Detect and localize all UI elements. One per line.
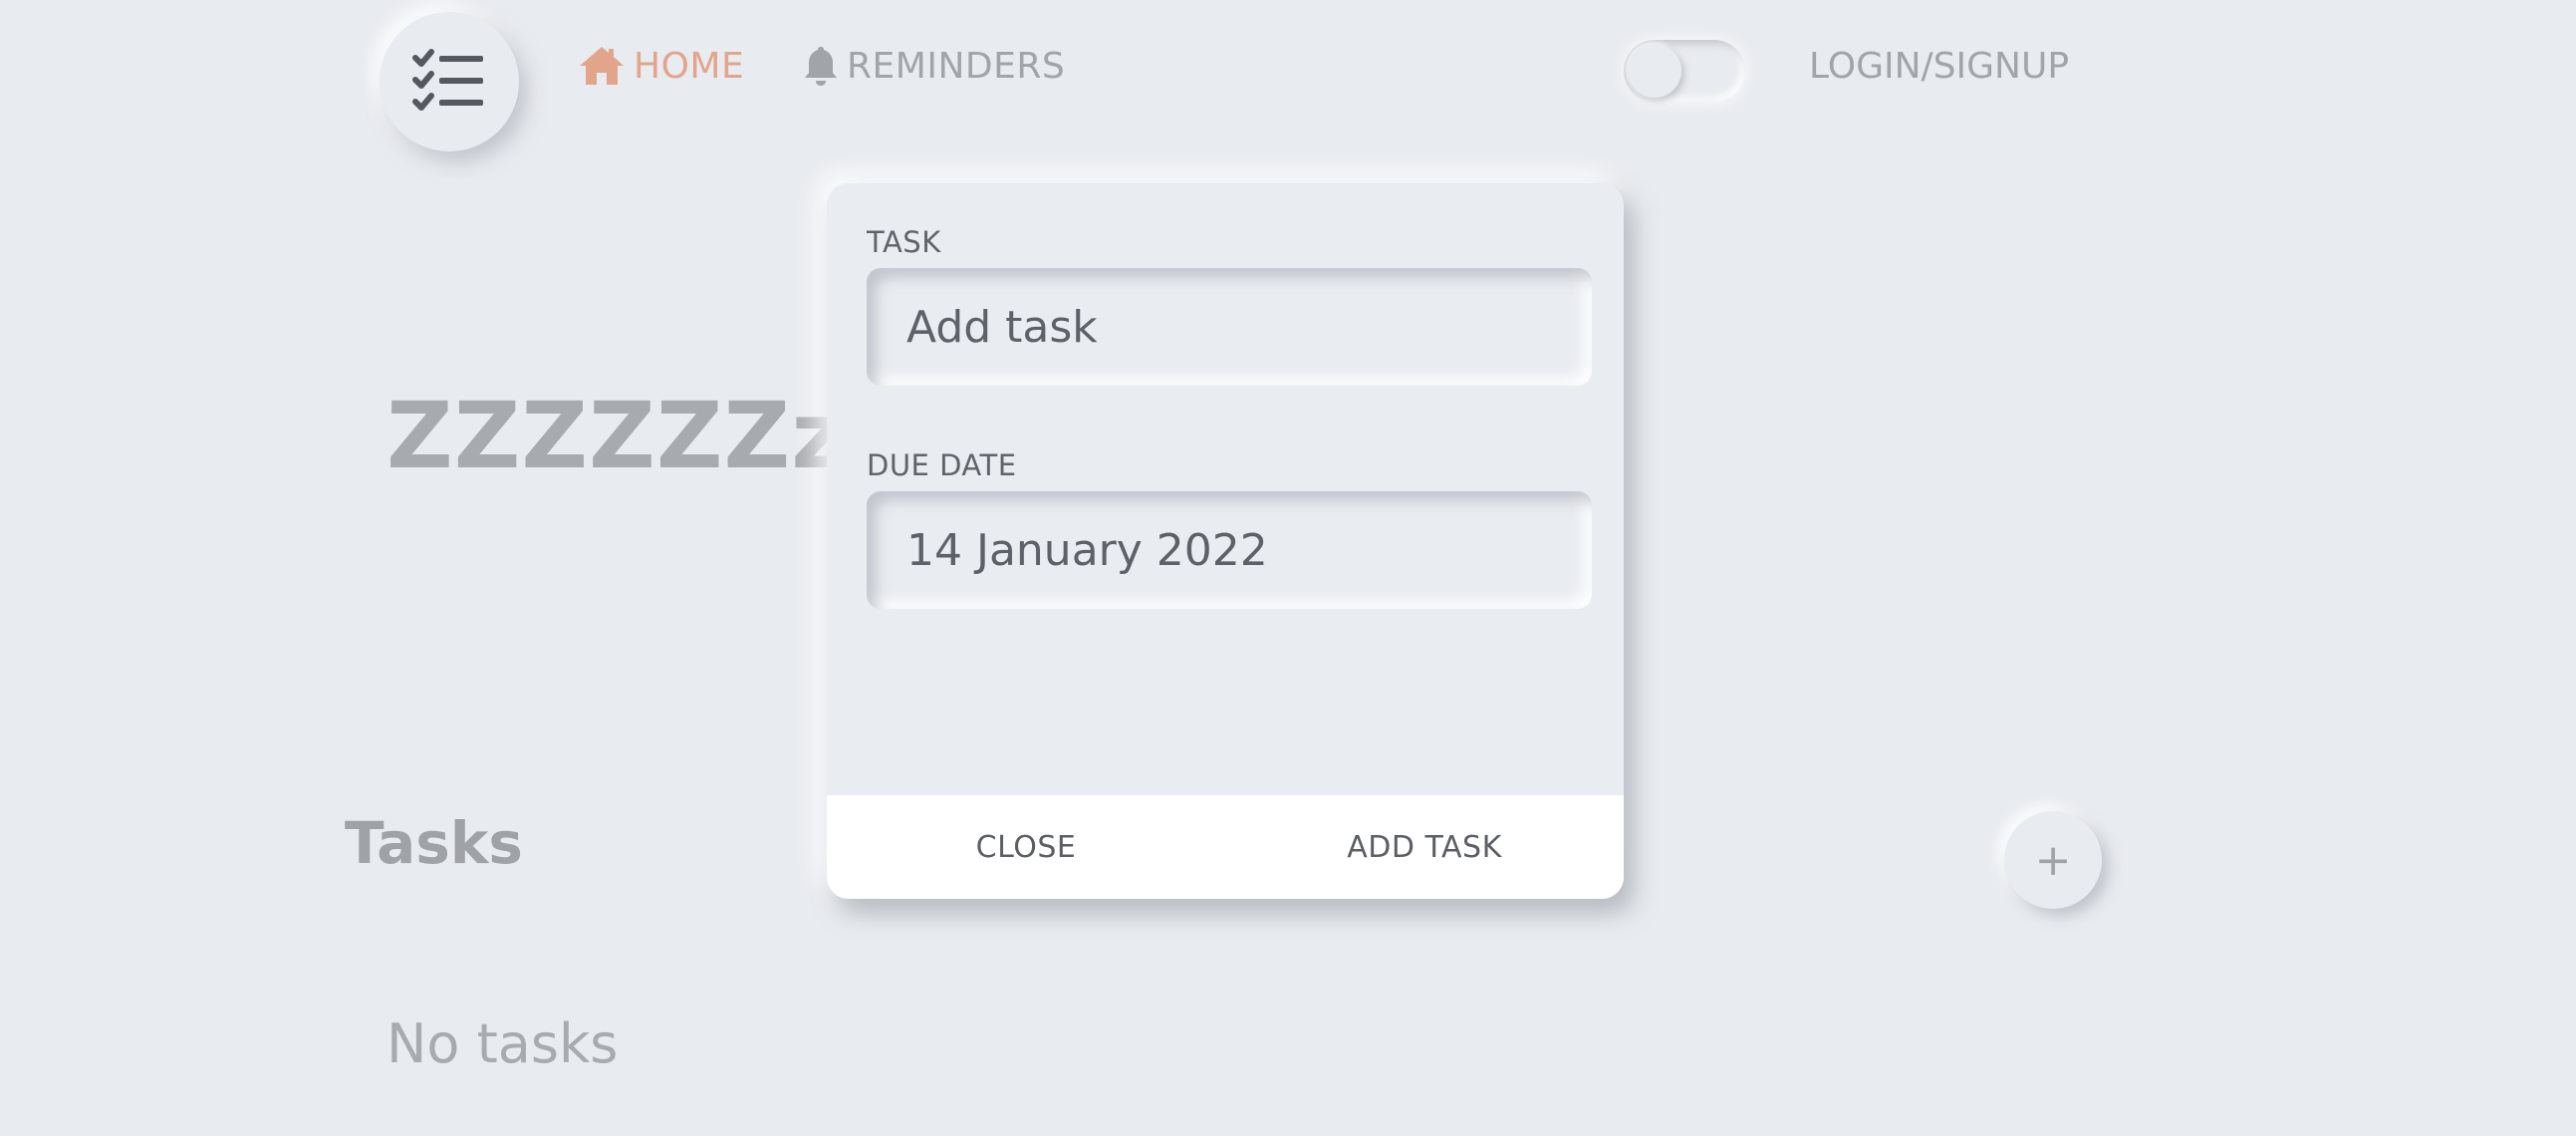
app-page: HOME REMINDERS LOGIN/SIGNUP ZZZZZZzzzz T…	[0, 0, 2576, 1136]
task-field-label: TASK	[867, 225, 941, 259]
toggle-knob	[1628, 44, 1681, 98]
bell-icon	[805, 47, 837, 86]
due-date-label: DUE DATE	[867, 448, 1017, 482]
add-task-fab[interactable]: +	[2004, 811, 2102, 909]
close-button[interactable]: CLOSE	[827, 795, 1225, 899]
add-task-button[interactable]: ADD TASK	[1225, 795, 1624, 899]
login-signup-link[interactable]: LOGIN/SIGNUP	[1809, 40, 2069, 92]
tasks-heading: Tasks	[345, 809, 523, 877]
app-logo-button[interactable]	[380, 12, 519, 151]
empty-tasks-text: No tasks	[386, 1012, 619, 1075]
nav-reminders-label: REMINDERS	[847, 45, 1066, 87]
home-icon	[580, 47, 624, 85]
task-list-icon	[412, 49, 483, 111]
plus-icon: +	[2034, 834, 2072, 886]
task-input[interactable]	[867, 268, 1592, 386]
due-date-input[interactable]	[867, 491, 1592, 609]
add-task-modal: TASK DUE DATE CLOSE ADD TASK	[827, 183, 1624, 899]
theme-toggle[interactable]	[1624, 40, 1745, 102]
nav-home-label: HOME	[634, 45, 745, 87]
nav-home[interactable]: HOME	[578, 40, 744, 92]
modal-footer: CLOSE ADD TASK	[827, 795, 1624, 899]
nav-reminders[interactable]: REMINDERS	[803, 40, 1065, 92]
